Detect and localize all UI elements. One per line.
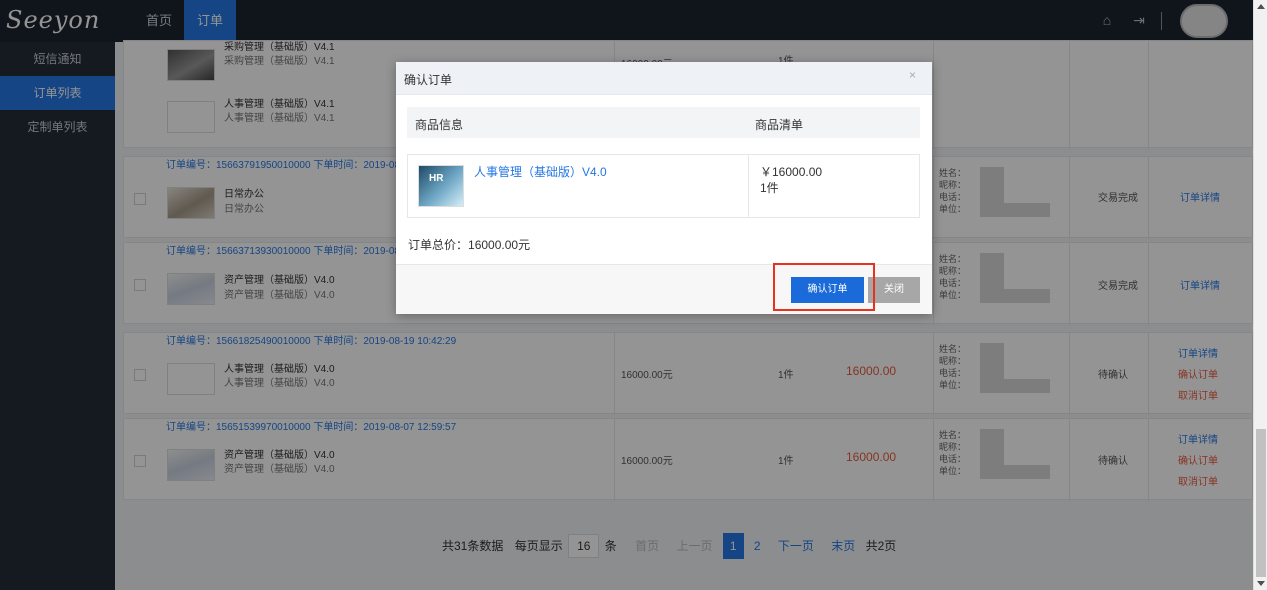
highlight-box — [773, 263, 875, 311]
scroll-up-arrow[interactable] — [1257, 4, 1265, 9]
scrollbar[interactable] — [1253, 0, 1267, 590]
dialog-titlebar: 确认订单 × — [396, 62, 932, 95]
order-total-label: 订单总价： — [408, 238, 469, 252]
column-product-info: 商品信息 — [415, 118, 464, 132]
product-thumbnail: HR — [418, 165, 464, 207]
scrollbar-thumb[interactable] — [1256, 429, 1266, 577]
product-price: ￥16000.00 — [760, 165, 823, 179]
dialog-table-header: 商品信息 商品清单 — [407, 107, 920, 138]
close-button[interactable]: 关闭 — [868, 277, 920, 303]
product-name[interactable]: 人事管理（基础版）V4.0 — [474, 163, 607, 180]
order-total-value: 16000.00元 — [468, 238, 531, 252]
column-product-list: 商品清单 — [755, 118, 804, 132]
product-qty: 1件 — [760, 181, 779, 195]
dialog-product-row: HR 人事管理（基础版）V4.0 ￥16000.00 1件 — [407, 154, 920, 218]
scroll-down-arrow[interactable] — [1257, 581, 1265, 586]
close-icon[interactable]: × — [909, 68, 916, 82]
dialog-title: 确认订单 — [404, 73, 453, 87]
order-total: 订单总价：16000.00元 — [408, 236, 530, 253]
